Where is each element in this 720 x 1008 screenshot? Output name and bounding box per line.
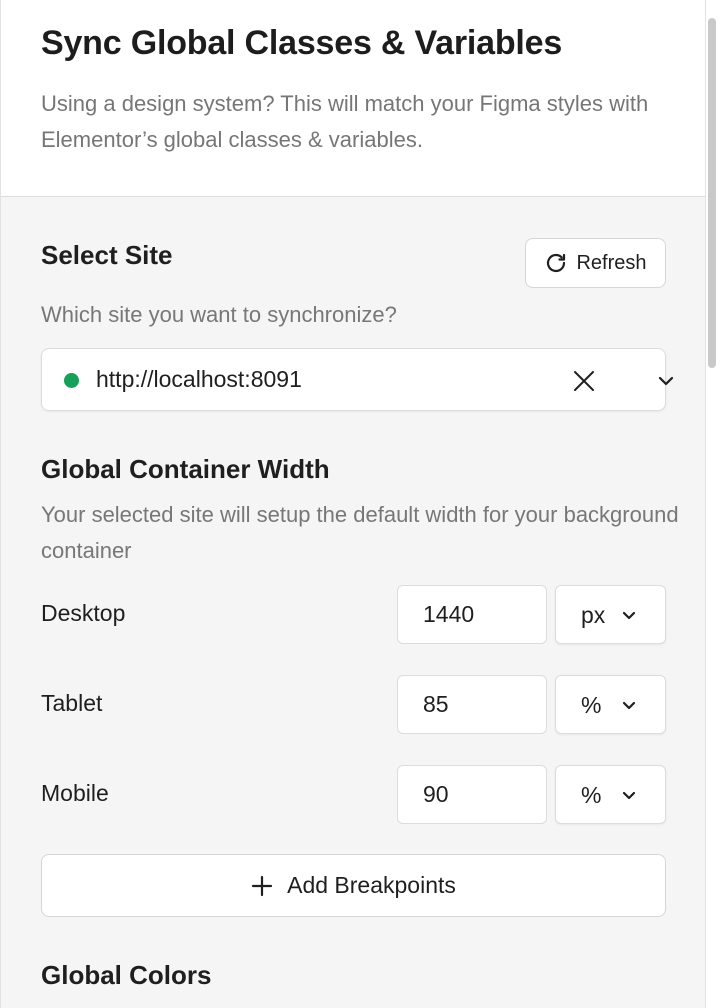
width-input-tablet[interactable]: 85 [397,675,547,734]
add-breakpoints-label: Add Breakpoints [287,872,456,898]
refresh-button[interactable]: Refresh [525,238,666,288]
unit-select-mobile[interactable]: % [555,765,666,824]
breakpoint-label-tablet: Tablet [41,690,103,716]
add-breakpoints-button[interactable]: Add Breakpoints [41,854,666,917]
breakpoint-label-mobile: Mobile [41,780,109,806]
chevron-down-icon [622,611,636,620]
container-width-title: Global Container Width [41,454,330,484]
unit-select-tablet[interactable]: % [555,675,666,734]
unit-select-desktop[interactable]: px [555,585,666,644]
unit-value: % [581,782,602,808]
connection-status-dot [64,373,79,388]
plus-icon [252,875,273,896]
chevron-down-icon [622,791,636,800]
select-site-title: Select Site [41,240,173,270]
site-select[interactable]: http://localhost:8091 [41,348,674,411]
global-colors-title: Global Colors [41,960,212,990]
refresh-label: Refresh [576,251,647,274]
select-site-question: Which site you want to synchronize? [41,302,397,327]
unit-value: % [581,692,602,718]
breakpoint-label-desktop: Desktop [41,600,126,626]
selected-site-url: http://localhost:8091 [96,366,302,392]
close-icon[interactable] [571,368,597,394]
chevron-down-icon [622,701,636,710]
chevron-down-icon[interactable] [656,371,676,391]
width-input-mobile[interactable]: 90 [397,765,547,824]
scrollbar[interactable] [708,18,716,368]
page-description: Using a design system? This will match y… [41,91,649,152]
refresh-icon [547,253,566,273]
sync-panel: Sync Global Classes & Variables Using a … [0,0,706,1008]
panel-header: Sync Global Classes & Variables Using a … [1,0,705,197]
unit-value: px [581,602,606,628]
container-width-description: Your selected site will setup the defaul… [41,502,679,563]
page-title: Sync Global Classes & Variables [41,24,563,62]
width-input-desktop[interactable]: 1440 [397,585,547,644]
